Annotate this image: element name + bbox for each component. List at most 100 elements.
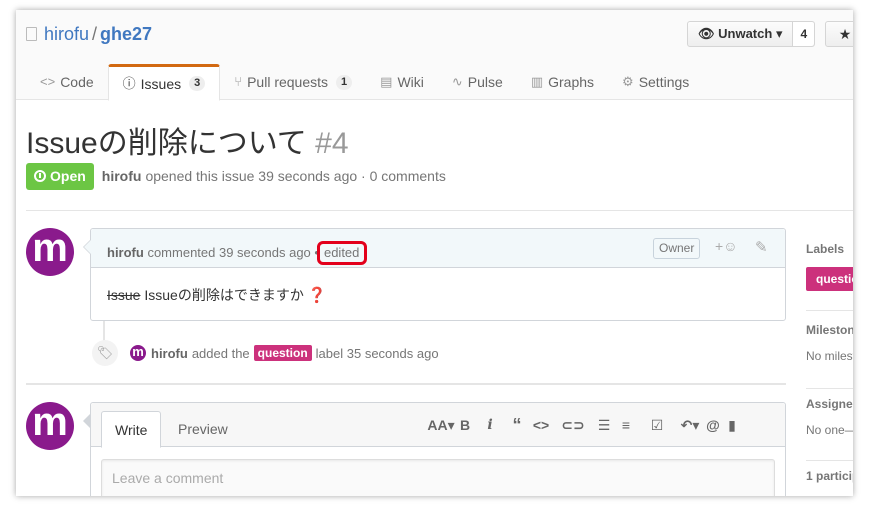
comment-byline: hirofu commented 39 seconds ago • edited: [107, 241, 368, 265]
unwatch-label: Unwatch: [718, 26, 773, 41]
issue-meta-text: opened this issue 39 seconds ago · 0 com…: [145, 168, 446, 184]
tab-code[interactable]: <> Code: [26, 64, 108, 100]
comment-timestamp[interactable]: commented 39 seconds ago: [147, 245, 310, 260]
code-icon[interactable]: <>: [529, 417, 553, 434]
avatar[interactable]: m: [26, 402, 74, 450]
tab-issues-label: Issues: [140, 75, 182, 92]
status-label: Open: [50, 167, 86, 184]
tab-write[interactable]: Write: [101, 411, 162, 448]
struck-text: Issue: [107, 287, 141, 303]
book-icon: ▤: [380, 74, 393, 89]
ordered-list-icon[interactable]: ≡: [615, 417, 637, 434]
tab-graphs[interactable]: ▥ Graphs: [517, 64, 608, 100]
comment-author-link[interactable]: hirofu: [107, 245, 144, 260]
issue-number: #4: [315, 127, 349, 160]
repo-nav: <> Code ⓘ Issues 3 ⑂ Pull requests 1 ▤ Wiki ∿ P…: [26, 64, 703, 101]
tab-pulse-label: Pulse: [467, 74, 503, 90]
header-divider: [26, 210, 853, 211]
participants-heading: 1 participant: [806, 469, 853, 483]
comment-body: Issue Issueの削除はできますか ❓: [107, 285, 327, 305]
edited-label: edited: [323, 245, 360, 260]
pencil-icon[interactable]: ✎: [755, 238, 768, 256]
event-author-link[interactable]: hirofu: [151, 346, 188, 361]
repo-icon: [26, 27, 37, 41]
tab-settings[interactable]: ⚙ Settings: [608, 64, 703, 100]
bookmark-icon[interactable]: ▮: [723, 417, 741, 434]
labels-heading[interactable]: Labels: [806, 242, 853, 256]
repo-name-link[interactable]: ghe27: [100, 24, 152, 44]
unwatch-button[interactable]: 👁 Unwatch ▾: [688, 22, 794, 46]
plus-icon: +: [715, 238, 724, 254]
edited-indicator[interactable]: edited: [316, 241, 368, 265]
issue-author-link[interactable]: hirofu: [102, 168, 142, 184]
watch-button-group: 👁 Unwatch ▾ 4: [687, 21, 816, 47]
tab-preview[interactable]: Preview: [165, 411, 241, 448]
repo-separator: /: [92, 24, 98, 44]
sidebar-divider: [806, 388, 853, 389]
bold-icon[interactable]: B: [455, 417, 475, 434]
sidebar-divider: [806, 460, 853, 461]
question-label[interactable]: question: [253, 345, 312, 361]
text-size-icon[interactable]: AA▾: [427, 417, 455, 434]
italic-icon[interactable]: i: [475, 417, 505, 434]
assignees-heading[interactable]: Assignees: [806, 397, 853, 411]
star-icon: ★: [838, 26, 852, 42]
pulse-icon: ∿: [451, 74, 463, 89]
avatar[interactable]: m: [130, 345, 146, 361]
owner-badge: Owner: [653, 238, 701, 259]
gear-icon: ⚙: [622, 74, 634, 89]
event-pre-text: added the: [191, 345, 250, 361]
assignees-section: Assignees No one—: [806, 397, 853, 437]
quote-icon[interactable]: “: [505, 416, 529, 434]
repo-owner-link[interactable]: hirofu: [44, 24, 89, 44]
link-icon[interactable]: ⊂⊃: [553, 417, 593, 434]
event-post-text[interactable]: label 35 seconds ago: [316, 346, 439, 361]
reply-icon[interactable]: ↶▾: [677, 417, 703, 434]
issue-meta: Open hirofu opened this issue 39 seconds…: [26, 162, 446, 190]
browser-frame: hirofu / ghe27 👁 Unwatch ▾ 4 ★ <> Code ⓘ Iss…: [16, 10, 853, 496]
task-list-icon[interactable]: ☑: [637, 417, 677, 434]
graph-icon: ▥: [530, 74, 544, 89]
comment-form-tabs: Write Preview AA▾ B i “ <> ⊂⊃ ☰ ≡ ☑ ↶▾ @…: [91, 403, 785, 448]
watchers-count[interactable]: 4: [793, 22, 815, 46]
assignees-value: No one—: [806, 423, 853, 437]
tag-icon: 🏷: [92, 340, 118, 366]
tab-wiki[interactable]: ▤ Wiki: [366, 64, 438, 100]
tab-pull-requests[interactable]: ⑂ Pull requests 1: [220, 64, 366, 100]
markdown-toolbar: AA▾ B i “ <> ⊂⊃ ☰ ≡ ☑ ↶▾ @ ▮: [427, 416, 741, 434]
code-icon: <>: [40, 74, 56, 89]
star-button[interactable]: ★: [825, 21, 853, 47]
participants-section: 1 participant: [806, 469, 853, 483]
label-event: 🏷 m hirofu added the question label 35 s…: [92, 340, 439, 366]
issue-comment: hirofu commented 39 seconds ago • edited …: [83, 228, 786, 321]
avatar[interactable]: m: [26, 228, 74, 276]
caret-down-icon: ▾: [775, 26, 783, 41]
add-reaction-button[interactable]: +☺: [715, 238, 737, 254]
repo-title: hirofu / ghe27: [26, 24, 152, 45]
comment-textarea[interactable]: Leave a comment: [101, 459, 775, 496]
tab-code-label: Code: [60, 74, 94, 90]
unordered-list-icon[interactable]: ☰: [593, 417, 615, 434]
tab-settings-label: Settings: [638, 74, 690, 90]
smiley-icon: ☺: [723, 238, 738, 254]
mention-icon[interactable]: @: [703, 417, 723, 434]
status-badge: Open: [26, 162, 94, 190]
labels-section: Labels question: [806, 242, 853, 291]
tab-issues[interactable]: ⓘ Issues 3: [107, 64, 221, 101]
git-pull-request-icon: ⑂: [234, 74, 243, 89]
milestone-heading[interactable]: Milestone: [806, 323, 853, 337]
tab-pulse[interactable]: ∿ Pulse: [438, 64, 517, 100]
comment-text: Issueの削除はできますか: [140, 287, 304, 303]
pull-requests-counter: 1: [336, 74, 353, 90]
tab-graphs-label: Graphs: [548, 74, 595, 90]
tab-wiki-label: Wiki: [397, 74, 424, 90]
issue-opened-icon: [34, 170, 46, 182]
issue-opened-icon: ⓘ: [122, 75, 136, 91]
issue-title-text: Issueの削除について: [26, 127, 307, 160]
issues-counter: 3: [189, 76, 206, 91]
eye-icon: 👁: [698, 26, 715, 41]
repo-header: hirofu / ghe27 👁 Unwatch ▾ 4 ★ <> Code ⓘ Iss…: [16, 10, 853, 101]
new-comment-form: Write Preview AA▾ B i “ <> ⊂⊃ ☰ ≡ ☑ ↶▾ @…: [83, 402, 786, 496]
question-label[interactable]: question: [806, 267, 853, 291]
tab-pull-requests-label: Pull requests: [247, 74, 329, 90]
